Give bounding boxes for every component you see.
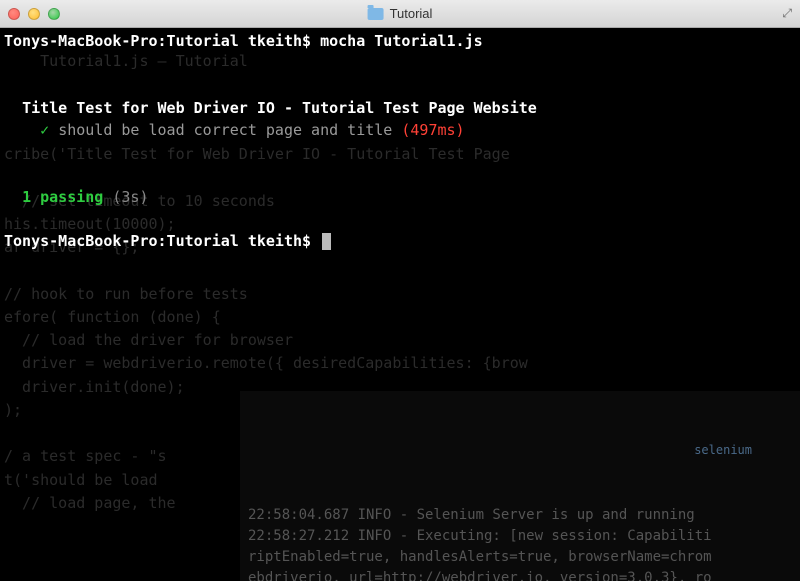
prompt-line-2: Tonys-MacBook-Pro:Tutorial tkeith$ (4, 230, 796, 253)
test-timing: (497ms) (401, 121, 464, 139)
command-text: mocha Tutorial1.js (320, 32, 483, 50)
selenium-log-panel: selenium 22:58:04.687 INFO - Selenium Se… (240, 391, 800, 581)
test-suite-title-text: Title Test for Web Driver IO - Tutorial … (22, 99, 537, 117)
terminal-output: Tonys-MacBook-Pro:Tutorial tkeith$ mocha… (4, 30, 796, 253)
passing-count: 1 passing (22, 188, 103, 206)
prompt-text: Tonys-MacBook-Pro:Tutorial tkeith$ (4, 232, 311, 250)
selenium-log-text: 22:58:04.687 INFO - Selenium Server is u… (248, 505, 792, 581)
passing-line: 1 passing (3s) (4, 186, 796, 209)
folder-icon (368, 8, 384, 20)
prompt-line-1: Tonys-MacBook-Pro:Tutorial tkeith$ mocha… (4, 30, 796, 53)
titlebar: Tutorial ⤢ (0, 0, 800, 28)
close-button[interactable] (8, 8, 20, 20)
cursor (322, 233, 331, 250)
test-name: should be load correct page and title (58, 121, 392, 139)
terminal-body[interactable]: Tutorial1.js — Tutorial cribe('Title Tes… (0, 28, 800, 581)
test-suite-title: Title Test for Web Driver IO - Tutorial … (4, 97, 796, 120)
window-title: Tutorial (368, 6, 433, 21)
window-title-text: Tutorial (390, 6, 433, 21)
terminal-window: Tutorial ⤢ Tutorial1.js — Tutorial cribe… (0, 0, 800, 581)
zoom-button[interactable] (48, 8, 60, 20)
traffic-lights (8, 8, 60, 20)
selenium-label: selenium (248, 437, 792, 463)
check-icon: ✓ (40, 121, 49, 139)
prompt-host: Tonys-MacBook-Pro:Tutorial tkeith$ (4, 32, 311, 50)
expand-icon[interactable]: ⤢ (782, 6, 792, 21)
passing-time: (3s) (112, 188, 148, 206)
test-result-line: ✓ should be load correct page and title … (4, 119, 796, 142)
minimize-button[interactable] (28, 8, 40, 20)
